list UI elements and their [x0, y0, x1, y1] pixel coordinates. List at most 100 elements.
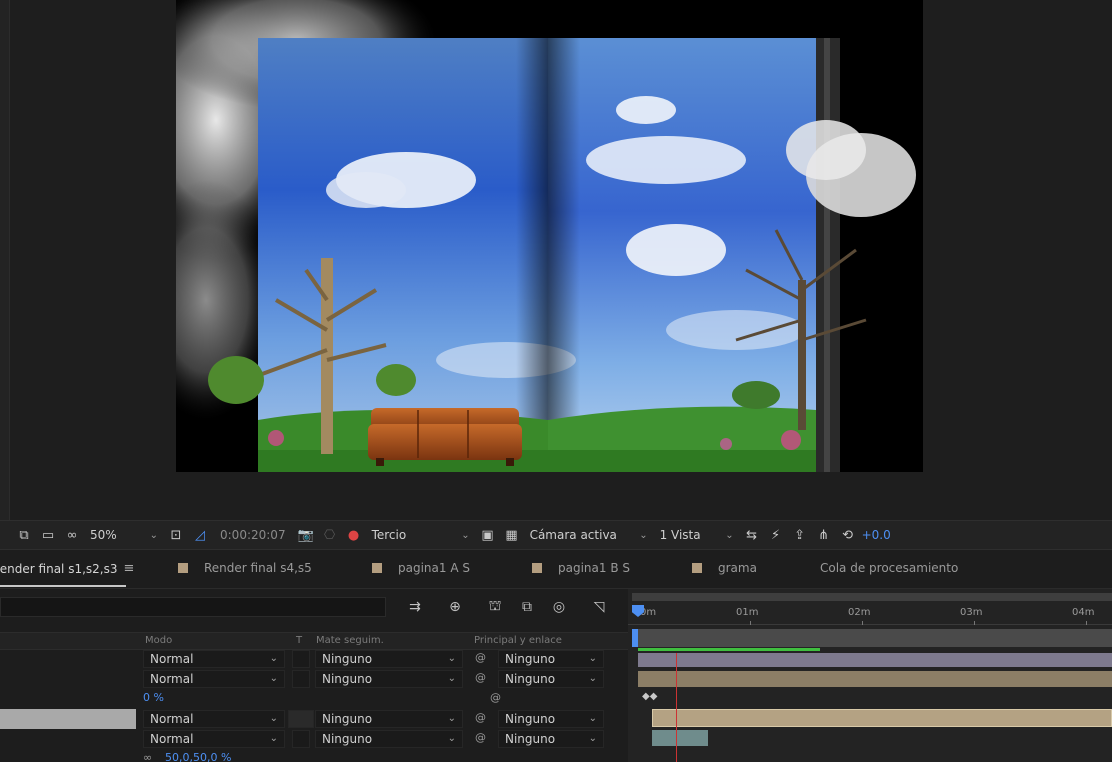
col-track-matte[interactable]: Mate seguim.: [316, 635, 384, 646]
parent-select[interactable]: Ninguno ⌄: [498, 730, 604, 748]
layer-search-input[interactable]: [0, 597, 386, 617]
layer-duration-bar[interactable]: [652, 730, 708, 746]
layer-row-selected[interactable]: Normal ⌄ Ninguno ⌄ @ Ninguno ⌄: [0, 709, 628, 729]
mode-select[interactable]: Normal ⌄: [143, 670, 285, 688]
views-value: 1 Vista: [659, 528, 701, 542]
mode-select[interactable]: Normal ⌄: [143, 710, 285, 728]
timeline-icon[interactable]: ⇪: [790, 525, 810, 545]
pick-whip-icon[interactable]: @: [475, 651, 486, 664]
tab-pagina1-a-s[interactable]: pagina1 A S: [372, 561, 470, 575]
flowchart-icon[interactable]: ⋔: [814, 525, 834, 545]
layer-row[interactable]: Normal ⌄ Ninguno ⌄ @ Ninguno ⌄: [0, 669, 628, 689]
frame-blending-icon[interactable]: ⧉: [516, 597, 538, 617]
work-area-bar[interactable]: [632, 593, 1112, 601]
transparency-grid-icon[interactable]: ▦: [502, 525, 522, 545]
preserve-transparency-toggle[interactable]: [292, 670, 310, 688]
layer-row[interactable]: Normal ⌄ Ninguno ⌄ @ Ninguno ⌄: [0, 649, 628, 669]
property-value[interactable]: 50,0,50,0 %: [165, 751, 231, 762]
keyframe-icon[interactable]: ◆◆: [642, 692, 660, 702]
show-snapshot-icon[interactable]: ⎔: [320, 525, 340, 545]
playhead-marker[interactable]: [632, 629, 638, 647]
preserve-transparency-toggle[interactable]: [292, 730, 310, 748]
current-time[interactable]: 0:00:20:07: [214, 528, 292, 542]
composition-viewer[interactable]: [0, 0, 1112, 520]
track-matte-select[interactable]: Ninguno ⌄: [315, 670, 463, 688]
views-select[interactable]: 1 Vista ⌄: [656, 525, 738, 545]
property-row[interactable]: ∞ 50,0,50,0 %: [0, 749, 628, 762]
property-value[interactable]: 0 %: [143, 691, 164, 704]
motion-blur-icon[interactable]: ◎: [548, 597, 570, 617]
zoom-select[interactable]: 50% ⌄: [86, 525, 162, 545]
time-ruler[interactable]: 0m 01m 02m 03m 04m: [628, 603, 1112, 625]
chevron-down-icon: ⌄: [269, 653, 278, 664]
parent-select[interactable]: Ninguno ⌄: [498, 710, 604, 728]
col-t[interactable]: T: [296, 635, 302, 646]
playhead-line: [676, 653, 677, 762]
ruler-label: 01m: [736, 607, 759, 618]
constrain-proportions-icon[interactable]: ∞: [143, 751, 152, 762]
fit-icon[interactable]: ⊡: [166, 525, 186, 545]
pick-whip-icon[interactable]: @: [475, 671, 486, 684]
tab-label: pagina1 B S: [558, 561, 630, 575]
pixel-aspect-icon[interactable]: ⇆: [742, 525, 762, 545]
timeline-tab-bar: Render final s1,s2,s3 ≡ Render final s4,…: [0, 551, 1112, 589]
track-matte-select[interactable]: Ninguno ⌄: [315, 730, 463, 748]
col-mode[interactable]: Modo: [145, 635, 172, 646]
draft-3d-icon[interactable]: ⊕: [444, 597, 466, 617]
chevron-down-icon: ⌄: [269, 713, 278, 724]
toggle-mask-icon[interactable]: ▣: [478, 525, 498, 545]
render-cache-bar: [638, 648, 820, 651]
mode-value: Normal: [150, 712, 194, 726]
exposure-value[interactable]: +0.0: [862, 528, 891, 542]
layer-name-selected[interactable]: [0, 709, 136, 729]
active-tab-indicator: [0, 585, 126, 587]
shy-layers-icon[interactable]: ⛫: [484, 597, 506, 617]
always-preview-icon[interactable]: ⧉: [14, 525, 34, 545]
layer-duration-bar-selected[interactable]: [652, 709, 1112, 727]
chevron-down-icon: ⌄: [447, 713, 456, 724]
timeline-track-area[interactable]: 0m 01m 02m 03m 04m ◆◆: [628, 589, 1112, 762]
chevron-down-icon: ⌄: [588, 733, 597, 744]
grid-guides-select[interactable]: Tercio ⌄: [368, 525, 474, 545]
region-of-interest-icon[interactable]: ◿: [190, 525, 210, 545]
tab-pagina1-b-s[interactable]: pagina1 B S: [532, 561, 630, 575]
preserve-transparency-toggle[interactable]: [292, 650, 310, 668]
chevron-down-icon: ⌄: [269, 673, 278, 684]
layer-row[interactable]: Normal ⌄ Ninguno ⌄ @ Ninguno ⌄: [0, 729, 628, 749]
graph-editor-icon[interactable]: ◹: [588, 597, 610, 617]
comp-track-bar[interactable]: [632, 629, 1112, 647]
camera-select[interactable]: Cámara activa ⌄: [526, 525, 652, 545]
ruler-label: 04m: [1072, 607, 1095, 618]
tab-render-queue[interactable]: Cola de procesamiento: [820, 561, 958, 575]
pick-whip-icon[interactable]: @: [490, 691, 501, 704]
reset-exposure-icon[interactable]: ⟲: [838, 525, 858, 545]
property-row[interactable]: 0 % @: [0, 689, 628, 709]
track-matte-select[interactable]: Ninguno ⌄: [315, 710, 463, 728]
comp-mini-flowchart-icon[interactable]: ⇉: [404, 597, 426, 617]
color-channels-icon[interactable]: ●: [344, 525, 364, 545]
panel-menu-icon[interactable]: ≡: [124, 561, 135, 576]
parent-select[interactable]: Ninguno ⌄: [498, 650, 604, 668]
layer-duration-bar[interactable]: [638, 671, 1112, 687]
composition-frame[interactable]: [176, 0, 923, 472]
tab-grama[interactable]: grama: [692, 561, 757, 575]
chevron-down-icon: ⌄: [447, 733, 456, 744]
ruler-tick: [974, 621, 975, 625]
matte-value: Ninguno: [322, 652, 373, 666]
layer-duration-bar[interactable]: [638, 653, 1112, 667]
preserve-transparency-toggle[interactable]: [288, 710, 314, 728]
fast-preview-icon[interactable]: ⚡: [766, 525, 786, 545]
pick-whip-icon[interactable]: @: [475, 731, 486, 744]
parent-value: Ninguno: [505, 652, 556, 666]
tab-render-final-s4s5[interactable]: Render final s4,s5: [178, 561, 312, 575]
pick-whip-icon[interactable]: @: [475, 711, 486, 724]
snapshot-camera-icon[interactable]: 📷: [296, 525, 316, 545]
col-parent[interactable]: Principal y enlace: [474, 635, 562, 646]
monitor-icon[interactable]: ▭: [38, 525, 58, 545]
mode-select[interactable]: Normal ⌄: [143, 730, 285, 748]
parent-select[interactable]: Ninguno ⌄: [498, 670, 604, 688]
mask-icon[interactable]: ∞: [62, 525, 82, 545]
mode-select[interactable]: Normal ⌄: [143, 650, 285, 668]
track-matte-select[interactable]: Ninguno ⌄: [315, 650, 463, 668]
tab-render-final-s1s2s3[interactable]: Render final s1,s2,s3 ≡: [0, 561, 135, 587]
